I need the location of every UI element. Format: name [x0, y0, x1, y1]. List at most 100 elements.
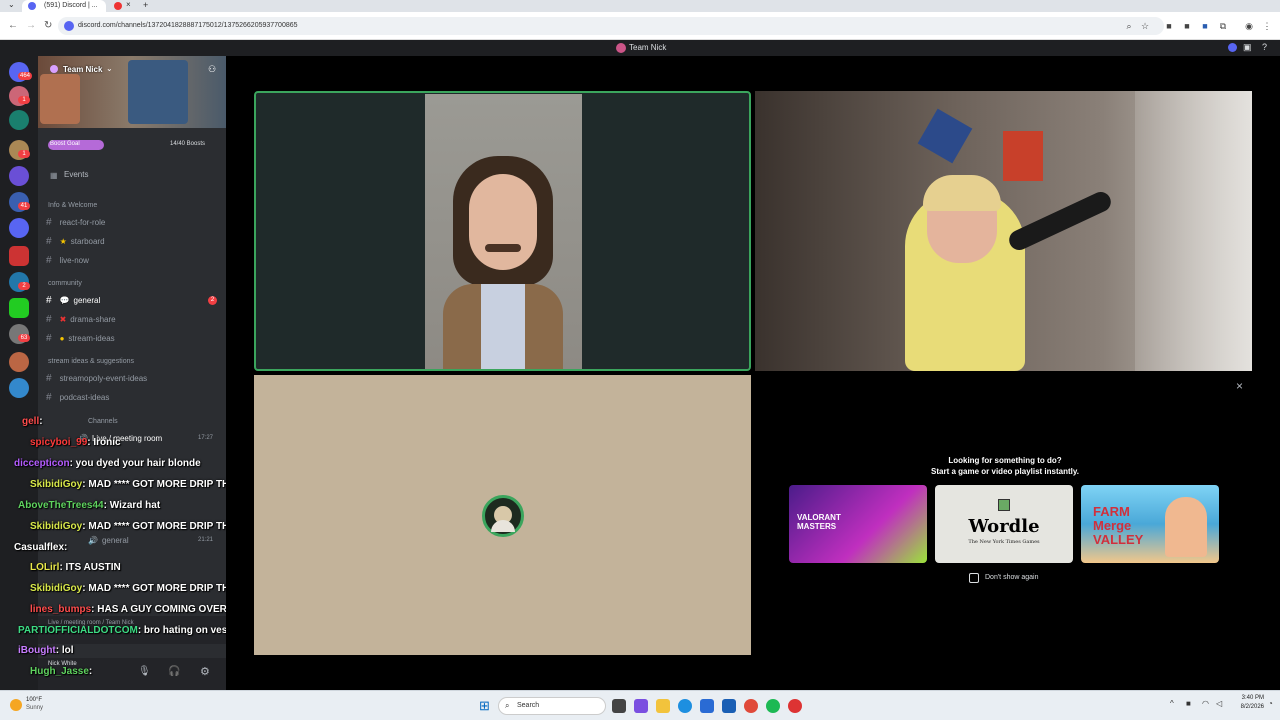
dont-show-checkbox[interactable]	[969, 573, 979, 583]
server-icon[interactable]	[9, 352, 29, 372]
menu-dots-icon[interactable]: ⋮	[1262, 21, 1272, 31]
invite-icon[interactable]: ⚇	[208, 64, 216, 75]
notification-icon[interactable]: ◔	[1268, 699, 1273, 708]
weather-desc: Sunny	[26, 705, 44, 711]
server-icon[interactable]	[9, 166, 29, 186]
server-dropdown-icon[interactable]: ⌄	[106, 64, 113, 73]
popout-icon[interactable]: ▣	[1243, 42, 1252, 53]
tray-chevron-icon[interactable]: ^	[1170, 699, 1174, 708]
app-icon[interactable]	[788, 699, 802, 713]
file-explorer-icon[interactable]	[656, 699, 670, 713]
server-badge: 1	[18, 150, 30, 158]
server-icon[interactable]	[9, 246, 29, 266]
server-name[interactable]: Team Nick	[63, 65, 102, 74]
chat-message: PARTIOFFICIALDOTCOM: bro hating on vests	[18, 625, 236, 636]
channel-podcast-ideas[interactable]: # podcast-ideas	[46, 392, 109, 403]
extension2-icon[interactable]: ■	[1182, 21, 1192, 31]
discord-tab-icon	[28, 2, 36, 10]
category-channels[interactable]: Channels	[88, 418, 118, 425]
close-icon[interactable]: ×	[1236, 379, 1243, 393]
channel-stream-ideas[interactable]: # ● stream-ideas	[46, 333, 115, 344]
server-icon[interactable]	[9, 110, 29, 130]
server-icon[interactable]	[9, 298, 29, 318]
category-stream[interactable]: stream ideas & suggestions	[48, 358, 134, 365]
chat-text: : lol	[55, 645, 74, 656]
task-view-icon[interactable]	[612, 699, 626, 713]
channel-starboard[interactable]: # ★ starboard	[46, 236, 105, 247]
help-icon[interactable]: ?	[1262, 42, 1267, 52]
channel-label: podcast-ideas	[59, 393, 110, 402]
weather-sun-icon[interactable]	[10, 699, 22, 711]
edge-icon[interactable]	[678, 699, 692, 713]
chat-message: gell:	[22, 416, 43, 427]
copilot-icon[interactable]	[634, 699, 648, 713]
chat-message: Hugh_Jasse:	[30, 666, 92, 677]
tab-discord[interactable]: (591) Discord | ...	[22, 0, 106, 12]
chat-text: :	[88, 666, 93, 677]
taskbar-search[interactable]: ⌕ Search	[498, 697, 606, 715]
participant-tile-speaking[interactable]	[254, 91, 751, 371]
server-icon[interactable]	[9, 218, 29, 238]
mail-icon[interactable]	[722, 699, 736, 713]
live-tab-icon	[114, 2, 122, 10]
new-tab-icon[interactable]: +	[143, 0, 148, 10]
activity-card-farm[interactable]: FARM Merge VALLEY	[1081, 485, 1219, 563]
wordle-grid-icon	[998, 499, 1010, 511]
channel-react-for-role[interactable]: # react-for-role	[46, 217, 105, 228]
channel-live-now[interactable]: # live-now	[46, 255, 89, 266]
home-badge: 464	[18, 72, 32, 80]
settings-gear-icon[interactable]: ⚙	[200, 665, 210, 678]
avatar-shirt	[491, 520, 515, 532]
activity-card-valorant[interactable]: VALORANT MASTERS	[789, 485, 927, 563]
chrome-icon[interactable]	[744, 699, 758, 713]
chat-user: iBought	[18, 645, 56, 656]
channel-drama-share[interactable]: # ✖ drama-share	[46, 314, 116, 325]
clock-time[interactable]: 3:40 PM	[1228, 695, 1264, 701]
server-icon[interactable]	[9, 378, 29, 398]
forward-icon[interactable]: →	[26, 20, 36, 31]
participant-avatar[interactable]	[482, 495, 524, 537]
microphone-icon[interactable]: 🎙	[138, 666, 151, 677]
channel-label: live-now	[59, 256, 89, 265]
url-bar[interactable]: discord.com/channels/1372041828887175012…	[58, 17, 1164, 35]
clock-date[interactable]: 8/2/2026	[1228, 704, 1264, 710]
reload-icon[interactable]: ↻	[44, 20, 52, 31]
channel-general[interactable]: # 💬 general	[46, 295, 100, 306]
category-info[interactable]: Info & Welcome	[48, 202, 97, 209]
store-icon[interactable]	[700, 699, 714, 713]
events-link[interactable]: Events	[64, 170, 88, 179]
channel-label: drama-share	[70, 315, 116, 324]
channel-streamopoly[interactable]: # streamopoly-event-ideas	[46, 373, 147, 384]
chat-message: lines_bumps: HAS A GUY COMING OVER	[30, 604, 227, 615]
activity-card-wordle[interactable]: Wordle The New York Times Games	[935, 485, 1073, 563]
zoom-icon[interactable]: ⌕	[1124, 21, 1134, 31]
tab-list-icon[interactable]: ⌄	[8, 0, 15, 9]
tray-app-icon[interactable]: ■	[1186, 699, 1191, 708]
hash-icon: #	[46, 255, 52, 266]
chat-message: LOLirl: ITS AUSTIN	[30, 562, 121, 573]
server-list: 464 1 1 41 2 63	[0, 56, 38, 690]
windows-start-icon[interactable]: ⊞	[479, 698, 490, 714]
headphones-icon[interactable]: 🎧	[168, 666, 180, 677]
chat-user: Hugh_Jasse	[30, 666, 89, 677]
participant-tile[interactable]	[755, 91, 1252, 371]
extension3-icon[interactable]: ■	[1200, 21, 1210, 31]
spotify-icon[interactable]	[766, 699, 780, 713]
close-tab-icon[interactable]: ×	[126, 0, 131, 9]
tab-discord-label: (591) Discord | ...	[44, 2, 98, 9]
back-icon[interactable]: ←	[8, 20, 18, 31]
boost-count[interactable]: 14/40 Boosts	[170, 141, 205, 147]
inbox-icon[interactable]	[1228, 43, 1237, 52]
participant-tile-audio[interactable]	[254, 375, 751, 655]
category-community[interactable]: community	[48, 280, 82, 287]
chat-text: : bro hating on vests	[137, 625, 237, 636]
wifi-icon[interactable]: ◠	[1202, 699, 1209, 708]
volume-icon[interactable]: ◁	[1216, 699, 1222, 708]
extension-icon[interactable]: ■	[1164, 21, 1174, 31]
bookmark-star-icon[interactable]: ☆	[1140, 21, 1150, 31]
profile-icon[interactable]: ◉	[1244, 21, 1254, 31]
extensions-puzzle-icon[interactable]: ⧉	[1218, 21, 1228, 31]
server-badge: 1	[18, 96, 30, 104]
tab-live[interactable]	[106, 0, 136, 12]
voice-channel-general[interactable]: 🔊 general	[88, 536, 129, 545]
